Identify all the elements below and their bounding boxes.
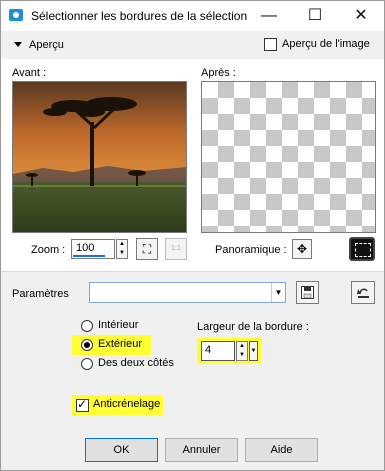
border-width-input[interactable]: 4 bbox=[201, 341, 235, 361]
selection-toggle-button[interactable] bbox=[349, 237, 375, 261]
maximize-button[interactable]: ☐ bbox=[292, 1, 338, 31]
antialias-label[interactable]: Anticrénelage bbox=[93, 398, 160, 410]
after-preview-image[interactable] bbox=[201, 81, 376, 233]
save-preset-button[interactable] bbox=[296, 281, 319, 304]
apercu-row: Aperçu Aperçu de l'image bbox=[1, 31, 384, 59]
zoom-spinner[interactable]: ▲ ▼ bbox=[116, 239, 128, 259]
exterior-radio[interactable] bbox=[81, 339, 93, 351]
window-title: Sélectionner les bordures de la sélectio… bbox=[31, 9, 248, 23]
exterior-radio-label[interactable]: Extérieur bbox=[98, 338, 142, 350]
dialog-window: Sélectionner les bordures de la sélectio… bbox=[0, 0, 385, 471]
image-preview-label[interactable]: Aperçu de l'image bbox=[282, 38, 370, 50]
savanna-sunset-image bbox=[13, 82, 186, 232]
params-row: Paramètres ▼ bbox=[1, 271, 384, 311]
after-label: Après : bbox=[201, 67, 236, 79]
help-button[interactable]: Aide bbox=[245, 438, 318, 462]
interior-radio[interactable] bbox=[81, 320, 93, 332]
ok-button[interactable]: OK bbox=[85, 438, 158, 462]
collapse-triangle-icon[interactable] bbox=[14, 42, 22, 47]
params-label: Paramètres bbox=[12, 288, 69, 300]
image-preview-checkbox[interactable] bbox=[264, 38, 277, 51]
title-bar: Sélectionner les bordures de la sélectio… bbox=[1, 1, 384, 31]
close-button[interactable]: ✕ bbox=[338, 1, 384, 31]
antialias-checkbox[interactable] bbox=[76, 397, 89, 412]
app-camera-icon bbox=[9, 9, 23, 21]
chevron-down-icon[interactable]: ▼ bbox=[271, 283, 285, 302]
zoom-focus-underline bbox=[73, 255, 105, 257]
before-label: Avant : bbox=[12, 67, 47, 79]
preview-panel: Avant : Après : Zoom: 100 ▲ ▼ ⛶ 1:1 Pan… bbox=[1, 59, 384, 271]
border-width-spinner[interactable]: ▲ ▼ bbox=[236, 341, 248, 361]
both-sides-radio[interactable] bbox=[81, 358, 93, 370]
apercu-toggle-label[interactable]: Aperçu bbox=[29, 39, 64, 51]
border-width-label: Largeur de la bordure : bbox=[197, 321, 309, 333]
fit-window-button[interactable]: ⛶ bbox=[136, 238, 158, 260]
interior-radio-label[interactable]: Intérieur bbox=[98, 319, 138, 331]
cancel-button[interactable]: Annuler bbox=[165, 438, 238, 462]
border-width-dropdown[interactable]: ▼ bbox=[249, 341, 258, 361]
options-panel: Intérieur Extérieur Des deux côtés Large… bbox=[1, 311, 384, 470]
reset-icon bbox=[356, 288, 369, 298]
floppy-disk-icon bbox=[301, 286, 314, 299]
reset-defaults-button[interactable] bbox=[351, 281, 375, 304]
move-icon: ✥ bbox=[296, 242, 308, 256]
preset-combobox[interactable]: ▼ bbox=[89, 282, 286, 303]
both-sides-radio-label[interactable]: Des deux côtés bbox=[98, 357, 174, 369]
pan-move-button[interactable]: ✥ bbox=[292, 239, 312, 259]
fit-window-icon: ⛶ bbox=[142, 242, 152, 256]
before-preview-image[interactable] bbox=[12, 81, 187, 233]
zoom-label: Zoom : bbox=[31, 244, 66, 256]
minimize-button[interactable]: — bbox=[246, 1, 292, 31]
pan-label: Panoramique : bbox=[215, 244, 287, 256]
one-to-one-button[interactable]: 1:1 bbox=[165, 238, 187, 260]
